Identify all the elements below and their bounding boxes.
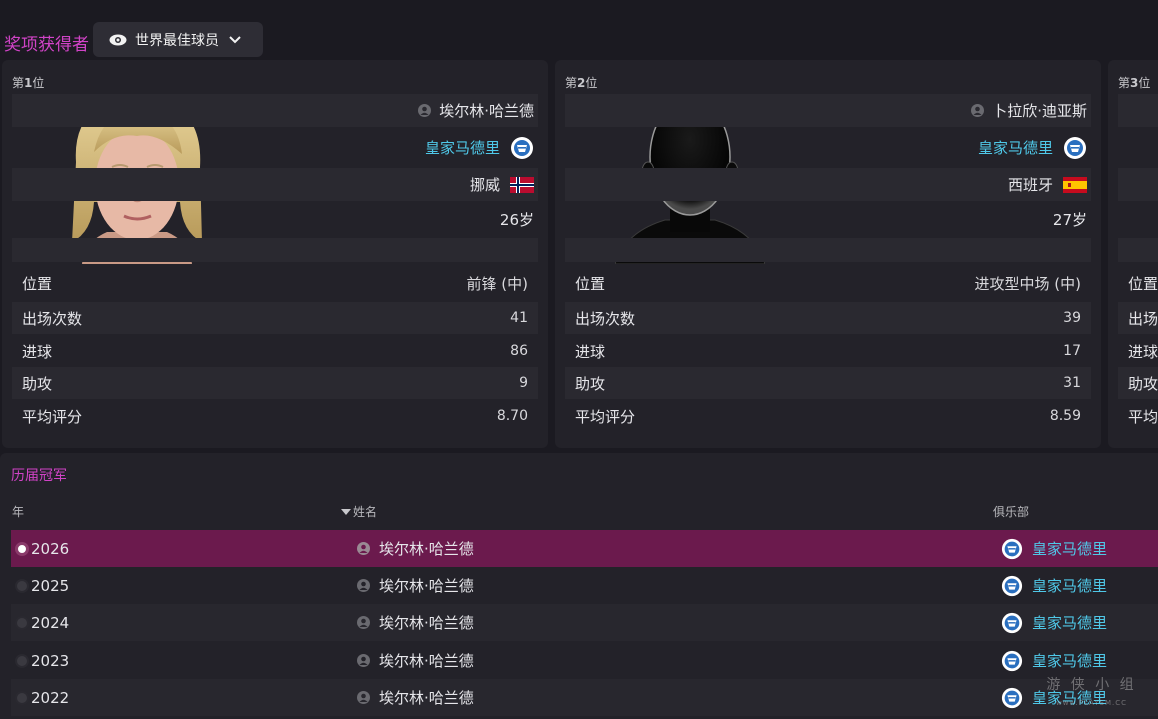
club-crest-icon [1001,575,1023,596]
club-row[interactable]: 皇家马德里 [565,131,1091,164]
stat-row-avg-rating: 平均评分 8.70 [22,407,528,426]
past-winners-title: 历届冠军 [11,468,67,484]
rank-label: 第1位 [12,76,45,90]
history-row[interactable]: 2022 埃尔林·哈兰德 皇家马德里 [11,679,1158,716]
stat-row-assists: 助攻 9 [12,367,538,399]
nation-name: 挪威 [469,176,500,194]
history-player-link[interactable]: 埃尔林·哈兰德 [357,575,474,596]
rank-label: 第3位 [1118,76,1151,90]
player-name-row[interactable] [1118,94,1158,127]
history-row[interactable]: 2025 埃尔林·哈兰德 皇家马德里 [11,567,1158,604]
history-club-link[interactable]: 皇家马德里 [1001,575,1107,597]
club-crest-icon [1001,650,1023,671]
stat-row-appearances: 出场 [1118,302,1158,334]
club-crest-icon [1064,136,1086,159]
club-crest-icon [511,136,533,159]
stat-row-appearances: 出场次数 39 [565,302,1091,334]
past-winners-panel: 历届冠军 年 姓名 俱乐部 2026 埃尔林·哈兰德 皇家马德里 2025 埃尔… [0,453,1158,719]
history-row[interactable]: 2024 埃尔林·哈兰德 皇家马德里 [11,604,1158,641]
player-name-row[interactable]: 卜拉欣·迪亚斯 [565,94,1091,127]
empty-bio-row [565,238,1091,262]
award-winners-label: 奖项获得者 [4,35,89,55]
history-club-link[interactable]: 皇家马德里 [1001,538,1107,560]
spain-flag-icon [1063,176,1087,193]
history-player-link[interactable]: 埃尔林·哈兰德 [357,538,474,559]
club-crest-icon [1001,687,1023,708]
player-name-row[interactable]: 埃尔林·哈兰德 [12,94,538,127]
nation-row[interactable]: 西班牙 [565,168,1091,201]
empty-bio-row [12,238,538,262]
watermark-logo: 游 侠 小 组 www.PLAYSM.CC [1046,677,1137,707]
age-row: 27岁 [565,203,1091,236]
rank-label: 第2位 [565,76,598,90]
club-crest-icon [1001,612,1023,633]
player-age: 26岁 [499,211,534,229]
stat-row-avg-rating: 平均评分 8.59 [575,407,1081,426]
sort-descending-icon [341,508,351,515]
nation-name: 西班牙 [1007,176,1053,194]
stat-row-assists: 助攻 31 [565,367,1091,399]
history-row[interactable]: 2026 埃尔林·哈兰德 皇家马德里 [11,530,1158,567]
empty-bio-row [1118,238,1158,262]
person-icon [357,654,370,667]
club-name: 皇家马德里 [424,139,500,157]
winner-card-1: 第1位 埃尔林·哈兰德 皇家马德里 挪威 26岁 位置 前锋 (中) 出场次数 41… [2,60,548,448]
age-row: 26岁 [12,203,538,236]
stat-row-avg-rating: 平均 [1128,407,1158,426]
history-club-link[interactable]: 皇家马德里 [1001,650,1107,672]
person-icon [357,579,370,592]
stat-row-goals: 进球 [1128,342,1158,361]
person-icon [418,104,432,117]
player-name: 埃尔林·哈兰德 [439,102,534,120]
norway-flag-icon [510,176,534,193]
person-icon [357,616,370,629]
award-type-value: 世界最佳球员 [135,32,219,49]
player-name: 卜拉欣·迪亚斯 [992,102,1087,120]
person-icon [357,691,370,704]
winner-card-3: 第3位 位置 出场 进球 助攻 平均 [1108,60,1158,448]
history-row[interactable]: 2023 埃尔林·哈兰德 皇家马德里 [11,642,1158,679]
stat-row-position: 位置 [1128,274,1158,293]
player-age: 27岁 [1052,211,1087,229]
stat-row-position: 位置 前锋 (中) [22,274,528,293]
stat-row-goals: 进球 17 [575,342,1081,361]
stat-row-goals: 进球 86 [22,342,528,361]
column-header-name[interactable]: 姓名 [341,503,377,520]
history-club-link[interactable]: 皇家马德里 [1001,612,1107,634]
history-player-link[interactable]: 埃尔林·哈兰德 [357,650,474,671]
row-radio[interactable] [15,616,29,630]
club-name: 皇家马德里 [977,139,1053,157]
row-radio[interactable] [15,579,29,593]
winner-card-2: 第2位 卜拉欣·迪亚斯 皇家马德里 西班牙 27岁 位置 进攻型中场 (中) 出场… [555,60,1101,448]
chevron-down-icon [229,35,241,43]
column-header-year[interactable]: 年 [12,503,24,520]
column-header-club[interactable]: 俱乐部 [993,503,1029,520]
row-radio[interactable] [15,542,29,556]
stat-row-appearances: 出场次数 41 [12,302,538,334]
history-player-link[interactable]: 埃尔林·哈兰德 [357,687,474,708]
nation-row[interactable] [1118,168,1158,201]
club-row[interactable]: 皇家马德里 [12,131,538,164]
top-bar: 奖项获得者 世界最佳球员 [0,0,1158,60]
award-type-dropdown[interactable]: 世界最佳球员 [93,22,263,57]
stat-row-assists: 助攻 [1118,367,1158,399]
person-icon [971,104,985,117]
nation-row[interactable]: 挪威 [12,168,538,201]
row-radio[interactable] [15,691,29,705]
stat-row-position: 位置 进攻型中场 (中) [575,274,1081,293]
row-radio[interactable] [15,654,29,668]
person-icon [357,542,370,555]
club-crest-icon [1001,538,1023,559]
eye-icon [109,34,127,45]
history-player-link[interactable]: 埃尔林·哈兰德 [357,612,474,633]
